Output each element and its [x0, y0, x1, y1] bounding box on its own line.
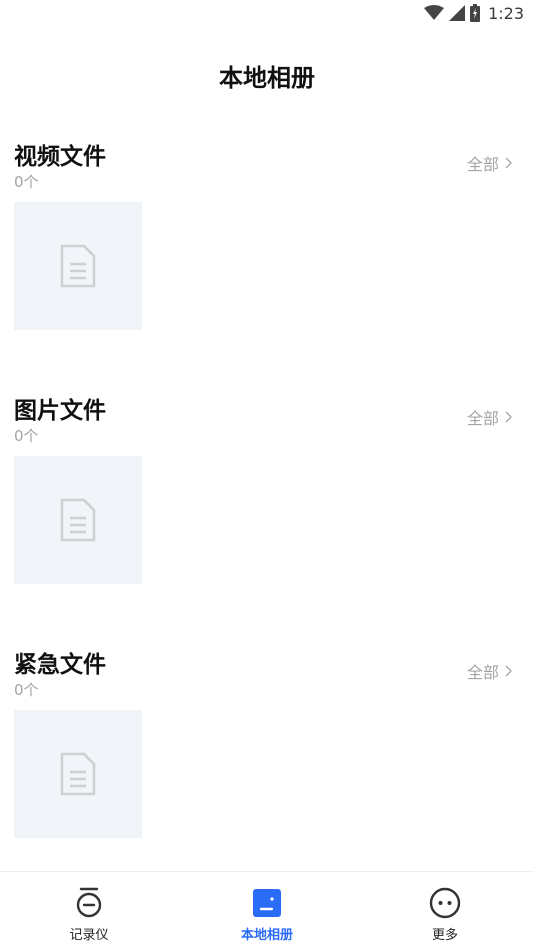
- chevron-right-icon: [505, 411, 512, 423]
- cellular-signal-icon: [449, 5, 466, 21]
- file-placeholder-icon: [60, 752, 96, 796]
- section-title: 视频文件: [14, 144, 106, 170]
- view-all-label: 全部: [466, 155, 499, 174]
- file-placeholder-icon: [60, 498, 96, 542]
- section-video-files: 视频文件 0个 全部: [0, 137, 534, 347]
- view-all-label: 全部: [466, 663, 499, 682]
- album-icon: [250, 886, 284, 920]
- nav-item-more[interactable]: 更多: [390, 886, 500, 943]
- section-count: 0个: [14, 427, 39, 445]
- nav-label: 本地相册: [240, 928, 293, 943]
- nav-label: 记录仪: [69, 928, 109, 943]
- view-all-button[interactable]: 全部: [467, 151, 512, 175]
- section-title: 紧急文件: [14, 652, 106, 678]
- file-placeholder-icon: [60, 244, 96, 288]
- chevron-right-icon: [505, 665, 512, 677]
- view-all-label: 全部: [466, 409, 499, 428]
- thumbnail-placeholder[interactable]: [14, 456, 142, 584]
- thumbnail-placeholder[interactable]: [14, 710, 142, 838]
- page-title: 本地相册: [219, 64, 315, 92]
- section-count: 0个: [14, 173, 39, 191]
- wifi-icon: [424, 5, 445, 20]
- battery-icon: [470, 4, 481, 22]
- status-time: 1:23: [488, 3, 524, 23]
- view-all-button[interactable]: 全部: [467, 659, 512, 683]
- section-title: 图片文件: [14, 398, 106, 424]
- thumbnail-placeholder[interactable]: [14, 202, 142, 330]
- section-emergency-files: 紧急文件 0个 全部: [0, 645, 534, 855]
- section-image-files: 图片文件 0个 全部: [0, 391, 534, 601]
- section-count: 0个: [14, 681, 39, 699]
- nav-item-local-album[interactable]: 本地相册: [212, 886, 322, 943]
- status-bar: 1:23: [0, 0, 534, 28]
- chevron-right-icon: [505, 157, 512, 169]
- view-all-button[interactable]: 全部: [467, 405, 512, 429]
- nav-label: 更多: [431, 928, 458, 943]
- dashcam-icon: [72, 886, 106, 920]
- nav-item-dashcam[interactable]: 记录仪: [34, 886, 144, 943]
- status-icons: 1:23: [424, 3, 524, 23]
- bottom-nav: 记录仪 本地相册 更多: [0, 871, 534, 950]
- more-icon: [428, 886, 462, 920]
